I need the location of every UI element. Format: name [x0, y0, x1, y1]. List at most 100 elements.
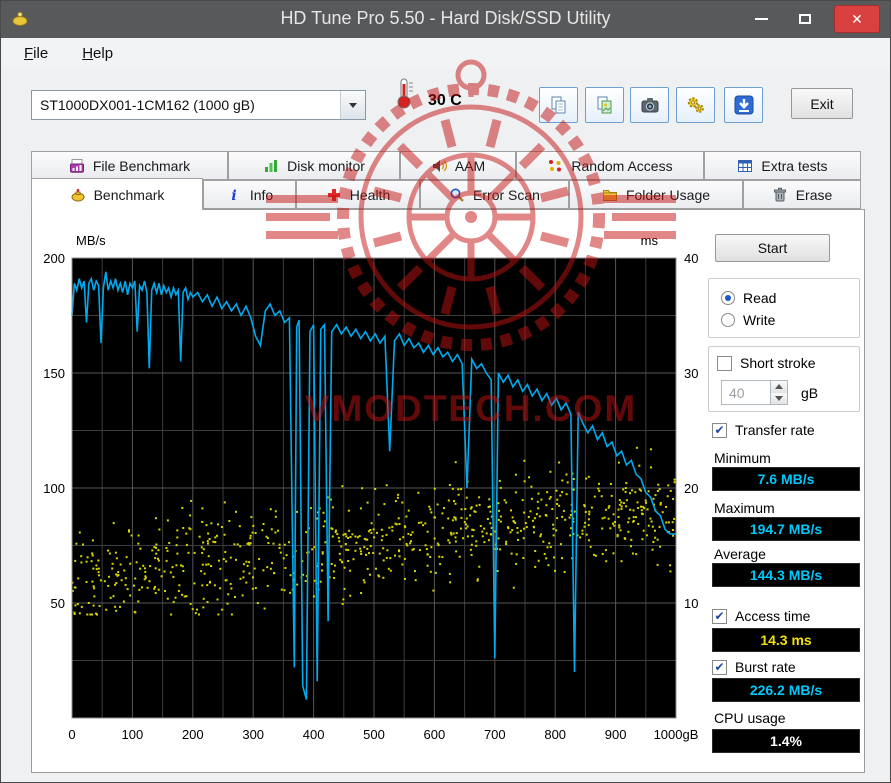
tab-label: Folder Usage: [625, 186, 711, 203]
transfer-rate-checkbox[interactable]: ✔ Transfer rate: [712, 422, 815, 438]
maximum-label: Maximum: [714, 500, 775, 516]
svg-text:30: 30: [684, 366, 698, 381]
spinner-up-icon[interactable]: [771, 381, 787, 393]
info-icon: i: [226, 187, 242, 203]
benchmark-tab-page: MB/s ms 200 150 100 50 40 30 20 10 0 100 200 300 400 50…: [31, 209, 865, 773]
tab-random-access[interactable]: Random Access: [516, 151, 704, 180]
short-stroke-spinner[interactable]: [771, 380, 788, 405]
svg-text:100: 100: [43, 481, 65, 496]
svg-text:ms: ms: [641, 233, 659, 248]
svg-text:800: 800: [544, 727, 566, 742]
copy-image-button[interactable]: [585, 87, 624, 123]
maximum-value: 194.7 MB/s: [712, 517, 860, 541]
caption-buttons: ✕: [746, 5, 880, 33]
transfer-rate-checkbox-box: ✔: [712, 422, 727, 438]
tab-folder-usage[interactable]: Folder Usage: [569, 180, 743, 209]
tab-row-1: File Benchmark Disk monitor AAM Random A…: [31, 151, 861, 180]
access-time-checkbox-box: ✔: [712, 608, 727, 624]
access-time-checkbox[interactable]: ✔ Access time: [712, 608, 810, 624]
tab-erase[interactable]: Erase: [743, 180, 861, 209]
burst-rate-checkbox[interactable]: ✔ Burst rate: [712, 659, 796, 675]
download-icon: [734, 95, 753, 115]
random-access-icon: [547, 158, 563, 174]
benchmark-chart: MB/s ms20015010050403020100 100 200 300 400 50…: [43, 233, 699, 742]
short-stroke-label: Short stroke: [740, 355, 816, 371]
exit-button[interactable]: Exit: [791, 88, 853, 119]
svg-text:50: 50: [51, 596, 65, 611]
burst-rate-checkbox-box: ✔: [712, 659, 727, 675]
average-value: 144.3 MB/s: [712, 563, 860, 587]
tab-row-2: Benchmark i Info Health Error Scan Folde…: [31, 178, 861, 210]
aam-speaker-icon: [431, 158, 447, 174]
spinner-down-icon[interactable]: [771, 392, 787, 404]
file-benchmark-icon: [69, 158, 85, 174]
write-radio[interactable]: Write: [721, 309, 859, 331]
tab-info[interactable]: i Info: [203, 180, 296, 209]
transfer-rate-label: Transfer rate: [735, 422, 815, 438]
disk-monitor-icon: [263, 158, 279, 174]
maximize-button[interactable]: [790, 7, 820, 31]
write-radio-circle: [721, 313, 735, 327]
tab-label: Extra tests: [761, 157, 828, 174]
close-icon: ✕: [851, 10, 863, 27]
menu-file[interactable]: File: [24, 45, 48, 62]
svg-text:600: 600: [424, 727, 446, 742]
tab-label: Error Scan: [473, 186, 540, 203]
svg-text:i: i: [231, 188, 236, 203]
menu-help[interactable]: Help: [82, 45, 113, 62]
tab-benchmark[interactable]: Benchmark: [31, 178, 203, 210]
screenshot-button[interactable]: [630, 87, 669, 123]
temperature-value: 30 C: [428, 92, 462, 109]
read-radio[interactable]: Read: [721, 287, 859, 309]
svg-text:900: 900: [605, 727, 627, 742]
toolbar: ST1000DX001-1CM162 (1000 gB) 30 C Exit: [1, 69, 890, 149]
read-write-group: Read Write: [708, 278, 860, 338]
thermometer-icon: [393, 77, 417, 114]
svg-text:200: 200: [182, 727, 204, 742]
read-radio-label: Read: [743, 290, 777, 306]
tab-disk-monitor[interactable]: Disk monitor: [228, 151, 400, 180]
access-time-label: Access time: [735, 608, 811, 624]
minimize-icon: [754, 18, 768, 20]
average-label: Average: [714, 546, 766, 562]
benchmark-lamp-icon: [70, 187, 86, 203]
tab-health[interactable]: Health: [296, 180, 420, 209]
svg-text:0: 0: [68, 727, 75, 742]
svg-text:500: 500: [363, 727, 385, 742]
svg-text:200: 200: [43, 251, 65, 266]
save-button[interactable]: [724, 87, 763, 123]
tab-label: Benchmark: [93, 186, 165, 203]
access-time-value: 14.3 ms: [712, 628, 860, 652]
tab-label: File Benchmark: [92, 157, 191, 174]
drive-select-value: ST1000DX001-1CM162 (1000 gB): [40, 97, 255, 113]
copy-button[interactable]: [539, 87, 578, 123]
short-stroke-checkbox-box: [717, 355, 732, 371]
svg-text:700: 700: [484, 727, 506, 742]
tab-label: Disk monitor: [287, 157, 365, 174]
minimize-button[interactable]: [746, 7, 776, 31]
short-stroke-unit: gB: [801, 384, 819, 401]
tab-label: Erase: [795, 186, 833, 203]
health-cross-icon: [326, 187, 342, 203]
camera-icon: [641, 98, 658, 113]
svg-text:1000gB: 1000gB: [654, 727, 699, 742]
settings-button[interactable]: [676, 87, 715, 123]
error-scan-magnifier-icon: [449, 187, 465, 203]
dropdown-arrow-icon[interactable]: [340, 91, 365, 119]
titlebar: HD Tune Pro 5.50 - Hard Disk/SSD Utility…: [1, 1, 890, 38]
start-button[interactable]: Start: [715, 234, 830, 262]
tab-extra-tests[interactable]: Extra tests: [704, 151, 861, 180]
minimum-label: Minimum: [714, 450, 771, 466]
copy-image-icon: [597, 96, 611, 114]
drive-select[interactable]: ST1000DX001-1CM162 (1000 gB): [31, 90, 366, 120]
read-radio-circle: [721, 291, 735, 305]
tab-aam[interactable]: AAM: [400, 151, 516, 180]
burst-rate-value: 226.2 MB/s: [712, 678, 860, 702]
short-stroke-input[interactable]: 40: [721, 380, 771, 405]
close-button[interactable]: ✕: [834, 5, 880, 33]
tab-label: Random Access: [571, 157, 673, 174]
tab-file-benchmark[interactable]: File Benchmark: [31, 151, 228, 180]
trash-icon: [772, 187, 788, 203]
short-stroke-checkbox[interactable]: Short stroke: [717, 355, 859, 371]
tab-error-scan[interactable]: Error Scan: [420, 180, 569, 209]
